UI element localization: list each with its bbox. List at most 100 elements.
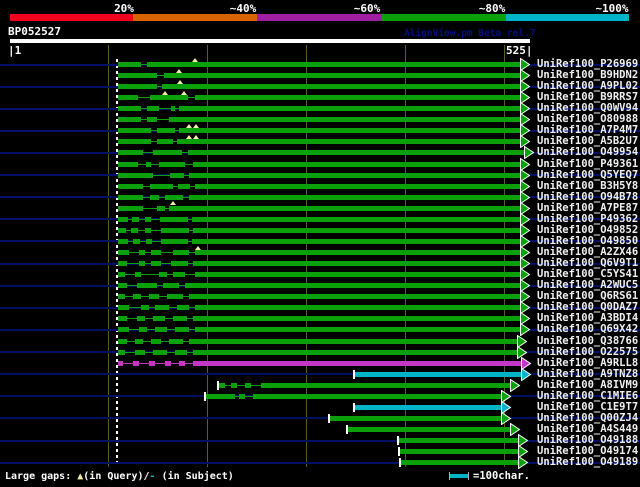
- alignment-bar-segment[interactable]: [146, 161, 151, 167]
- alignment-bar-segment[interactable]: [118, 84, 157, 90]
- alignment-bar-segment[interactable]: [118, 283, 127, 289]
- alignment-bar-segment[interactable]: [167, 294, 183, 300]
- alignment-bar-segment[interactable]: [139, 327, 147, 333]
- alignment-bar-segment[interactable]: [239, 393, 245, 399]
- alignment-bar-segment[interactable]: [179, 106, 520, 112]
- alignment-bar-segment[interactable]: [118, 327, 129, 333]
- alignment-bar-segment[interactable]: [330, 415, 501, 421]
- alignment-bar-segment[interactable]: [118, 294, 125, 300]
- alignment-bar-segment[interactable]: [193, 227, 520, 233]
- hit-accession-label[interactable]: UniRef100_Q5YEQ7: [537, 169, 638, 181]
- alignment-bar-segment[interactable]: [118, 150, 143, 156]
- alignment-bar-segment[interactable]: [355, 404, 501, 410]
- alignment-bar-segment[interactable]: [141, 305, 149, 311]
- alignment-bar-segment[interactable]: [155, 305, 169, 311]
- alignment-bar-segment[interactable]: [163, 283, 179, 289]
- alignment-bar-segment[interactable]: [145, 227, 151, 233]
- alignment-bar-segment[interactable]: [189, 294, 520, 300]
- alignment-bar-segment[interactable]: [192, 216, 520, 222]
- alignment-bar-segment[interactable]: [139, 250, 145, 256]
- alignment-bar-segment[interactable]: [177, 305, 189, 311]
- alignment-bar-segment[interactable]: [161, 238, 188, 244]
- alignment-bar-segment[interactable]: [245, 382, 251, 388]
- alignment-bar-segment[interactable]: [177, 139, 520, 145]
- alignment-bar-segment[interactable]: [118, 205, 143, 211]
- alignment-bar-segment[interactable]: [155, 327, 167, 333]
- alignment-bar-segment[interactable]: [137, 283, 157, 289]
- alignment-bar-segment[interactable]: [195, 327, 520, 333]
- hit-accession-label[interactable]: UniRef100_P49361: [537, 158, 638, 170]
- alignment-bar-segment[interactable]: [118, 360, 123, 366]
- hit-accession-label[interactable]: UniRef100_A9RLL8: [537, 357, 638, 369]
- alignment-bar-segment[interactable]: [157, 128, 175, 134]
- alignment-bar-segment[interactable]: [118, 73, 157, 79]
- hit-accession-label[interactable]: UniRef100_Q38766: [537, 335, 638, 347]
- alignment-bar-segment[interactable]: [159, 272, 167, 278]
- alignment-bar-segment[interactable]: [133, 360, 139, 366]
- alignment-bar-segment[interactable]: [149, 294, 159, 300]
- alignment-bar-segment[interactable]: [150, 183, 173, 189]
- alignment-bar-segment[interactable]: [169, 205, 520, 211]
- alignment-bar-segment[interactable]: [195, 272, 520, 278]
- alignment-bar-segment[interactable]: [401, 460, 518, 466]
- alignment-bar-segment[interactable]: [195, 183, 520, 189]
- alignment-bar-segment[interactable]: [193, 316, 520, 322]
- alignment-bar-segment[interactable]: [118, 95, 138, 101]
- alignment-bar-segment[interactable]: [185, 283, 520, 289]
- alignment-bar-segment[interactable]: [169, 117, 520, 123]
- alignment-bar-segment[interactable]: [157, 139, 173, 145]
- alignment-bar-segment[interactable]: [153, 349, 167, 355]
- alignment-bar-segment[interactable]: [118, 183, 143, 189]
- alignment-bar-segment[interactable]: [151, 261, 161, 267]
- alignment-bar-segment[interactable]: [178, 183, 190, 189]
- alignment-bar-segment[interactable]: [153, 150, 182, 156]
- alignment-bar-segment[interactable]: [147, 106, 159, 112]
- alignment-bar-segment[interactable]: [189, 338, 517, 344]
- alignment-bar-segment[interactable]: [137, 316, 145, 322]
- alignment-bar-segment[interactable]: [206, 393, 235, 399]
- hit-accession-label[interactable]: UniRef100_O49189: [537, 457, 638, 468]
- alignment-bar-segment[interactable]: [189, 172, 520, 178]
- alignment-bar-segment[interactable]: [135, 338, 143, 344]
- alignment-bar-segment[interactable]: [149, 360, 155, 366]
- alignment-bar-segment[interactable]: [253, 393, 501, 399]
- alignment-bar-segment[interactable]: [133, 238, 140, 244]
- alignment-bar-segment[interactable]: [118, 62, 141, 67]
- alignment-bar-segment[interactable]: [118, 316, 127, 322]
- alignment-bar-segment[interactable]: [188, 150, 524, 156]
- alignment-bar-segment[interactable]: [173, 250, 189, 256]
- alignment-bar-segment[interactable]: [118, 106, 141, 112]
- alignment-bar-segment[interactable]: [261, 382, 510, 388]
- alignment-bar-segment[interactable]: [164, 73, 520, 79]
- alignment-bar-segment[interactable]: [151, 338, 161, 344]
- alignment-bar-segment[interactable]: [173, 316, 187, 322]
- alignment-bar-segment[interactable]: [145, 216, 151, 222]
- alignment-bar-segment[interactable]: [118, 172, 153, 178]
- alignment-bar-segment[interactable]: [161, 227, 189, 233]
- alignment-bar-segment[interactable]: [173, 272, 185, 278]
- alignment-bar-segment[interactable]: [118, 139, 151, 145]
- alignment-bar-segment[interactable]: [179, 360, 185, 366]
- alignment-bar-segment[interactable]: [146, 238, 152, 244]
- alignment-bar-segment[interactable]: [159, 161, 185, 167]
- alignment-bar-segment[interactable]: [170, 172, 184, 178]
- alignment-bar-segment[interactable]: [193, 349, 517, 355]
- alignment-bar-segment[interactable]: [179, 128, 520, 134]
- alignment-bar-segment[interactable]: [118, 194, 143, 200]
- alignment-bar-segment[interactable]: [150, 194, 159, 200]
- alignment-bar-segment[interactable]: [165, 194, 183, 200]
- alignment-bar-segment[interactable]: [153, 316, 165, 322]
- alignment-arrow[interactable]: [521, 367, 532, 381]
- alignment-bar-segment[interactable]: [118, 349, 125, 355]
- alignment-bar-segment[interactable]: [195, 250, 520, 256]
- alignment-bar-segment[interactable]: [355, 371, 521, 377]
- alignment-bar-segment[interactable]: [175, 349, 187, 355]
- alignment-bar-segment[interactable]: [151, 250, 161, 256]
- alignment-bar-segment[interactable]: [118, 128, 151, 134]
- alignment-bar-segment[interactable]: [219, 382, 225, 388]
- alignment-bar-segment[interactable]: [147, 62, 520, 67]
- alignment-bar-segment[interactable]: [175, 327, 189, 333]
- hit-accession-label[interactable]: UniRef100_B3H5Y8: [537, 180, 638, 192]
- alignment-bar-segment[interactable]: [348, 426, 510, 432]
- alignment-bar-segment[interactable]: [162, 84, 520, 90]
